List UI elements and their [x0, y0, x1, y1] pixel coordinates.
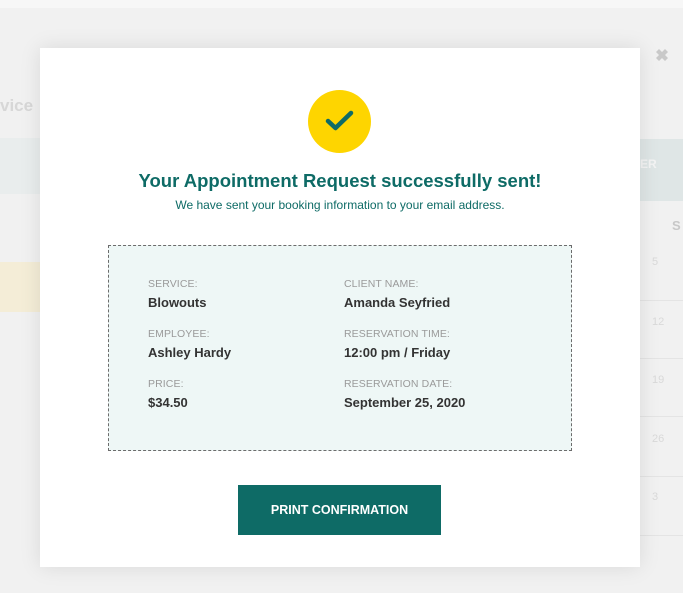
success-subline: We have sent your booking information to…	[175, 198, 505, 212]
background-weekday-letter: S	[672, 218, 681, 233]
background-strip	[0, 138, 40, 194]
background-divider	[640, 358, 683, 359]
background-divider	[640, 476, 683, 477]
service-label: SERVICE:	[148, 278, 198, 290]
confirmation-modal: Your Appointment Request successfully se…	[40, 48, 640, 567]
employee-label: EMPLOYEE:	[148, 328, 210, 340]
reservation-date-value: September 25, 2020	[344, 395, 466, 410]
print-confirmation-button[interactable]: PRINT CONFIRMATION	[238, 485, 441, 535]
client-name-value: Amanda Seyfried	[344, 295, 451, 310]
background-day-number: 5	[652, 256, 659, 268]
reservation-date-field: RESERVATION DATE: September 25, 2020	[344, 378, 465, 410]
reservation-time-label: RESERVATION TIME:	[344, 328, 450, 340]
reservation-date-label: RESERVATION DATE:	[344, 378, 453, 390]
client-name-label: CLIENT NAME:	[344, 278, 419, 290]
background-day-number: 26	[652, 433, 665, 445]
background-header-text: ER	[640, 157, 657, 171]
background-topbar	[0, 0, 683, 8]
service-field: SERVICE: Blowouts	[148, 278, 207, 310]
close-icon	[656, 49, 668, 61]
success-badge	[308, 90, 371, 153]
service-value: Blowouts	[148, 295, 207, 310]
price-field: PRICE: $34.50	[148, 378, 188, 410]
price-label: PRICE:	[148, 378, 184, 390]
background-divider	[640, 535, 683, 536]
client-name-field: CLIENT NAME: Amanda Seyfried	[344, 278, 450, 310]
background-day-number: 3	[652, 491, 659, 503]
background-title: vice	[0, 96, 34, 115]
success-headline: Your Appointment Request successfully se…	[138, 170, 542, 191]
check-icon	[325, 110, 354, 131]
background-calendar-header: ER	[640, 139, 683, 201]
background-day-number: 12	[652, 316, 665, 328]
background-day-number: 19	[652, 374, 665, 386]
employee-field: EMPLOYEE: Ashley Hardy	[148, 328, 231, 360]
price-value: $34.50	[148, 395, 188, 410]
employee-value: Ashley Hardy	[148, 345, 232, 360]
close-button[interactable]	[651, 44, 673, 66]
reservation-time-field: RESERVATION TIME: 12:00 pm / Friday	[344, 328, 450, 360]
background-divider	[640, 300, 683, 301]
background-highlight-strip	[0, 262, 40, 312]
background-divider	[640, 416, 683, 417]
booking-details-box: SERVICE: Blowouts EMPLOYEE: Ashley Hardy…	[108, 245, 572, 451]
reservation-time-value: 12:00 pm / Friday	[344, 345, 451, 360]
